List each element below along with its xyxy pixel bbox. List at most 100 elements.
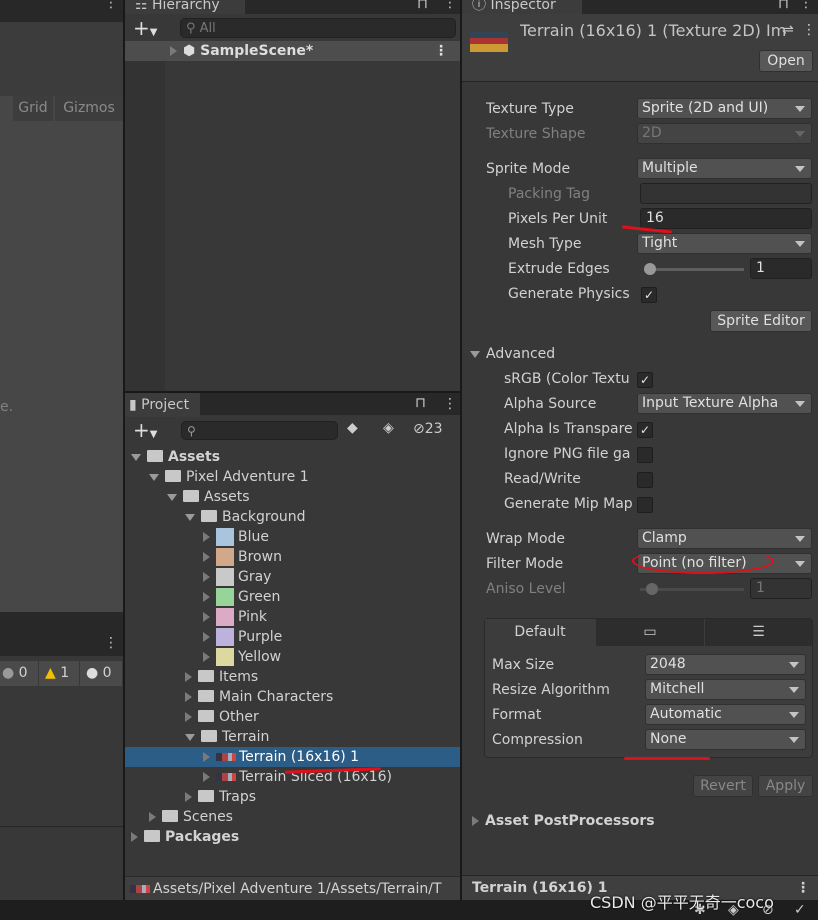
project-item[interactable]: Brown [125, 547, 460, 567]
max-size-dropdown[interactable]: 2048 [645, 654, 806, 675]
pixels-per-unit-input[interactable]: 16 [640, 208, 812, 229]
more-icon[interactable]: ⋮ [799, 0, 813, 10]
expand-icon[interactable] [149, 812, 156, 822]
path-bar: Assets/Pixel Adventure 1/Assets/Terrain/… [125, 876, 460, 900]
compression-dropdown[interactable]: None [645, 729, 806, 750]
more-icon[interactable]: ⋮ [802, 22, 816, 38]
expand-icon[interactable] [203, 532, 210, 542]
project-item[interactable]: Terrain (16x16) 1 [125, 747, 460, 767]
expand-icon[interactable] [185, 672, 192, 682]
expand-icon[interactable] [203, 752, 210, 762]
tab-standalone[interactable]: ▭ [596, 619, 704, 646]
project-item[interactable]: Purple [125, 627, 460, 647]
filter-by-type-icon[interactable]: ◆ [347, 420, 358, 436]
ignore-png-gamma-checkbox[interactable] [637, 447, 653, 463]
project-item[interactable]: Scenes [125, 807, 460, 827]
annotation-underline [624, 757, 710, 760]
more-icon[interactable]: ⋮ [104, 0, 118, 10]
collapse-icon[interactable] [167, 493, 177, 501]
resize-algorithm-dropdown[interactable]: Mitchell [645, 679, 806, 700]
splitter[interactable] [0, 612, 123, 634]
expand-icon[interactable] [185, 692, 192, 702]
project-item[interactable]: Pink [125, 607, 460, 627]
collapse-icon[interactable] [185, 513, 195, 521]
asset-title: Terrain (16x16) 1 (Texture 2D) Im [520, 21, 787, 40]
generate-mipmaps-checkbox[interactable] [637, 497, 653, 513]
hierarchy-search-input[interactable]: ⚲ All [180, 18, 456, 38]
warning-count-button[interactable]: ▲ 1 [39, 661, 79, 686]
slider-thumb[interactable] [644, 263, 656, 275]
packing-tag-input [640, 183, 812, 204]
extrude-edges-slider[interactable] [644, 263, 744, 275]
more-icon[interactable]: ⋮ [796, 876, 810, 900]
tab-hierarchy[interactable]: ☷ Hierarchy [125, 0, 245, 14]
project-item[interactable]: Assets [125, 487, 460, 507]
alpha-transparency-checkbox[interactable]: ✓ [637, 422, 653, 438]
project-item[interactable]: Background [125, 507, 460, 527]
sprite-mode-dropdown[interactable]: Multiple [637, 158, 812, 179]
gizmos-button[interactable]: Gizmos [55, 95, 123, 121]
expand-icon[interactable] [185, 792, 192, 802]
project-item[interactable]: Yellow [125, 647, 460, 667]
lock-icon[interactable]: ⊓ [415, 395, 426, 411]
project-search-input[interactable]: ⚲ [181, 421, 338, 440]
filter-by-label-icon[interactable]: ◈ [383, 420, 394, 436]
lock-icon[interactable]: ⊓ [417, 0, 428, 12]
expand-icon[interactable] [185, 712, 192, 722]
collapse-icon[interactable] [131, 453, 141, 461]
format-dropdown[interactable]: Automatic [645, 704, 806, 725]
folder-open-icon [201, 510, 217, 522]
mesh-type-dropdown[interactable]: Tight [637, 233, 812, 254]
collapse-icon[interactable] [185, 733, 195, 741]
texture-type-dropdown[interactable]: Sprite (2D and UI) [637, 98, 812, 119]
expand-icon[interactable] [203, 632, 210, 642]
expand-icon[interactable] [203, 572, 210, 582]
project-item[interactable]: Traps [125, 787, 460, 807]
open-button[interactable]: Open [759, 50, 813, 72]
tab-server[interactable]: ☰ [705, 619, 812, 646]
preset-icon[interactable]: ⇌ [782, 22, 794, 38]
project-item[interactable]: Packages [125, 827, 460, 847]
grid-button[interactable]: Grid [13, 95, 53, 121]
project-item[interactable]: Blue [125, 527, 460, 547]
srgb-checkbox[interactable]: ✓ [637, 372, 653, 388]
tab-default[interactable]: Default [485, 619, 595, 646]
wrap-mode-dropdown[interactable]: Clamp [637, 528, 812, 549]
generate-physics-checkbox[interactable]: ✓ [641, 287, 657, 303]
advanced-foldout[interactable]: Advanced [470, 346, 555, 362]
project-item[interactable]: Green [125, 587, 460, 607]
error-count-button[interactable]: ● 0 [80, 661, 122, 686]
project-item[interactable]: Gray [125, 567, 460, 587]
expand-icon[interactable] [131, 832, 138, 842]
hidden-packages-toggle[interactable]: ⊘23 [413, 421, 443, 437]
project-item[interactable]: Other [125, 707, 460, 727]
project-item[interactable]: Main Characters [125, 687, 460, 707]
tab-project[interactable]: ▮ Project [125, 393, 200, 417]
expand-icon[interactable] [203, 652, 210, 662]
project-item[interactable]: Assets [125, 447, 460, 467]
expand-icon[interactable] [203, 612, 210, 622]
asset-postprocessors-foldout[interactable]: Asset PostProcessors [472, 813, 655, 829]
info-count-button[interactable]: ● 0 [0, 661, 38, 686]
alpha-source-dropdown[interactable]: Input Texture Alpha [637, 393, 812, 414]
more-icon[interactable]: ⋮ [443, 0, 457, 10]
check-icon[interactable]: ✓ [794, 902, 806, 918]
expand-icon[interactable] [203, 772, 210, 782]
expand-icon[interactable] [170, 46, 177, 56]
expand-icon[interactable] [203, 552, 210, 562]
project-item[interactable]: Pixel Adventure 1 [125, 467, 460, 487]
collapse-icon[interactable] [149, 473, 159, 481]
lock-icon[interactable]: ⊓ [778, 0, 789, 12]
project-item[interactable]: Items [125, 667, 460, 687]
scene-row[interactable]: ⬢ SampleScene* ⋮ [125, 41, 460, 61]
read-write-checkbox[interactable] [637, 472, 653, 488]
more-icon[interactable]: ⋮ [443, 397, 457, 411]
more-icon[interactable]: ⋮ [434, 41, 448, 61]
create-button[interactable]: +▼ [133, 418, 157, 447]
more-icon[interactable]: ⋮ [104, 636, 118, 650]
tab-inspector[interactable]: ⓘ Inspector [462, 0, 582, 14]
expand-icon[interactable] [203, 592, 210, 602]
sprite-editor-button[interactable]: Sprite Editor [710, 310, 812, 332]
project-item[interactable]: Terrain [125, 727, 460, 747]
extrude-edges-input[interactable]: 1 [750, 258, 812, 279]
